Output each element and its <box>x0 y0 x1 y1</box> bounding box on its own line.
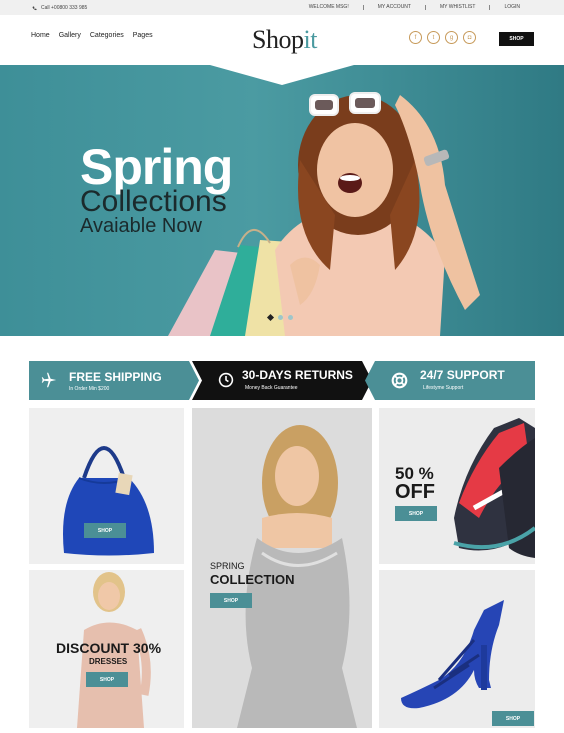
site-logo[interactable]: Shopit <box>252 25 317 55</box>
feature-title: 24/7 SUPPORT <box>420 368 505 382</box>
discount-sub: DRESSES <box>89 657 128 666</box>
welcome-link[interactable]: WELCOME MSG! <box>295 5 363 10</box>
phone-icon <box>32 6 37 10</box>
twitter-icon[interactable]: t <box>427 31 440 44</box>
hero-banner: Spring Collections Avaiable Now <box>0 65 564 336</box>
nav-gallery[interactable]: Gallery <box>59 32 81 39</box>
tile-dresses-shop-button[interactable]: SHOP <box>86 672 128 687</box>
slider-dots <box>266 313 293 322</box>
feature-sub: Money Back Guarantee <box>245 385 298 391</box>
feature-sub: In Order Min $200 <box>69 386 110 392</box>
slider-dot-2[interactable] <box>278 315 283 320</box>
hero-subtitle: Collections <box>80 185 227 218</box>
spring-line2: COLLECTION <box>210 572 295 587</box>
hero-tagline: Avaiable Now <box>80 215 202 237</box>
social-links: f t g ◘ <box>409 31 476 44</box>
phone-number: Call +00800 333 985 <box>41 5 88 11</box>
logo-accent: it <box>303 25 317 54</box>
airplane-icon <box>41 372 57 388</box>
header-shop-button[interactable]: SHOP <box>499 32 534 46</box>
tile-heels[interactable]: SHOP <box>379 570 535 728</box>
feature-sub: Lifestyme Support <box>423 385 464 391</box>
discount-title: DISCOUNT 30% <box>56 640 162 656</box>
tile-handbag-shop-button[interactable]: SHOP <box>84 523 126 538</box>
lifebuoy-icon <box>391 372 408 389</box>
handbag-image <box>63 446 154 556</box>
sale-off: OFF <box>395 481 435 503</box>
facebook-icon[interactable]: f <box>409 31 422 44</box>
slider-dot-3[interactable] <box>288 315 293 320</box>
tile-sneakers[interactable]: 50 % OFF SHOP <box>379 408 535 564</box>
site-header: Home Gallery Categories Pages Shopit f t… <box>0 15 564 65</box>
main-nav: Home Gallery Categories Pages <box>31 32 153 39</box>
slider-dot-1[interactable] <box>266 313 275 322</box>
tile-heels-shop-button[interactable]: SHOP <box>492 711 534 726</box>
account-links: WELCOME MSG! MY ACCOUNT MY WHISTLIST LOG… <box>295 5 534 10</box>
my-account-link[interactable]: MY ACCOUNT <box>362 5 425 10</box>
phone-contact: Call +00800 333 985 <box>32 5 87 11</box>
features-strip: FREE SHIPPING In Order Min $200 30-DAYS … <box>0 361 564 401</box>
spring-line1: SPRING <box>210 561 245 571</box>
feature-returns: 30-DAYS RETURNS Money Back Guarantee <box>192 361 372 400</box>
wishlist-link[interactable]: MY WHISTLIST <box>424 5 489 10</box>
nav-pages[interactable]: Pages <box>133 32 153 39</box>
feature-support: 24/7 SUPPORT Lifestyme Support <box>365 361 535 400</box>
top-bar: Call +00800 333 985 WELCOME MSG! MY ACCO… <box>0 0 564 15</box>
logo-main: Shop <box>252 25 304 54</box>
login-link[interactable]: LOGIN <box>489 5 534 10</box>
tile-handbag[interactable]: SHOP <box>29 408 184 564</box>
google-plus-icon[interactable]: g <box>445 31 458 44</box>
tile-spring-shop-button[interactable]: SHOP <box>210 593 252 608</box>
nav-home[interactable]: Home <box>31 32 50 39</box>
tile-spring-collection[interactable]: SPRING COLLECTION SHOP <box>192 408 372 728</box>
feature-title: 30-DAYS RETURNS <box>242 368 353 382</box>
feature-title: FREE SHIPPING <box>69 370 162 384</box>
tile-sneakers-shop-button[interactable]: SHOP <box>395 506 437 521</box>
blue-heels-image <box>401 600 504 709</box>
tile-dresses[interactable]: DISCOUNT 30% DRESSES SHOP <box>29 570 184 728</box>
clock-icon <box>218 372 234 388</box>
instagram-icon[interactable]: ◘ <box>463 31 476 44</box>
nav-categories[interactable]: Categories <box>90 32 124 39</box>
feature-free-shipping: FREE SHIPPING In Order Min $200 <box>29 361 199 400</box>
